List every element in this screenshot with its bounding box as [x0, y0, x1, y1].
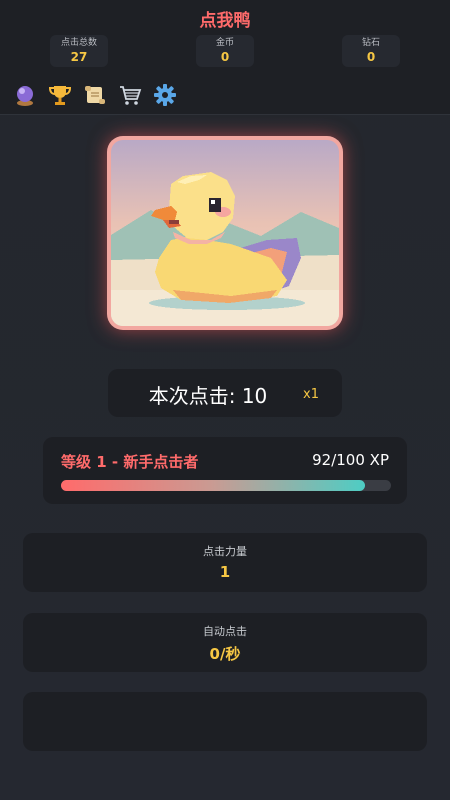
- upgrade-click-power[interactable]: 点击力量 1: [23, 533, 427, 592]
- header: 点我鸭 点击总数 27 金币 0 钻石 0: [0, 0, 450, 115]
- level-xp: 92/100 XP: [312, 451, 389, 469]
- stat-value: 0: [220, 50, 230, 64]
- upgrade-card-empty[interactable]: [23, 692, 427, 751]
- scroll-icon[interactable]: [82, 82, 108, 108]
- xp-progress-fill: [61, 480, 365, 491]
- upgrade-auto-click[interactable]: 自动点击 0/秒: [23, 613, 427, 672]
- level-name: 等级 1 - 新手点击者: [61, 453, 199, 471]
- stat-label: 金币: [215, 38, 234, 48]
- level-card: 等级 1 - 新手点击者 92/100 XP: [43, 437, 407, 504]
- duck-click-target[interactable]: [107, 136, 343, 330]
- game-title: 点我鸭: [199, 11, 251, 31]
- upgrade-value: 1: [219, 563, 231, 581]
- session-clicks-panel: 本次点击: 10 x1: [108, 369, 342, 417]
- xp-progress-bar: [61, 480, 391, 491]
- stat-label: 钻石: [361, 38, 380, 48]
- trophy-icon[interactable]: [47, 82, 73, 108]
- upgrade-label: 自动点击: [203, 625, 247, 638]
- duck-image[interactable]: [111, 140, 339, 326]
- upgrade-label: 点击力量: [203, 545, 247, 558]
- stat-label: 点击总数: [60, 38, 97, 48]
- gear-icon[interactable]: [152, 82, 178, 108]
- stat-value: 0: [366, 50, 376, 64]
- upgrade-value: 0/秒: [209, 645, 241, 663]
- cart-icon[interactable]: [117, 82, 143, 108]
- click-multiplier: x1: [303, 387, 319, 402]
- session-clicks-label: 本次点击: 10: [148, 384, 268, 408]
- diamonds-stat: 钻石 0: [342, 35, 400, 67]
- total-clicks-stat: 点击总数 27: [50, 35, 108, 67]
- coins-stat: 金币 0: [196, 35, 254, 67]
- toolbar: [12, 82, 178, 108]
- crystal-ball-icon[interactable]: [12, 82, 38, 108]
- game-screen: 点我鸭 点击总数 27 金币 0 钻石 0 本次点击: 10 x1 等级 1 -…: [0, 0, 450, 800]
- stat-value: 27: [70, 50, 88, 64]
